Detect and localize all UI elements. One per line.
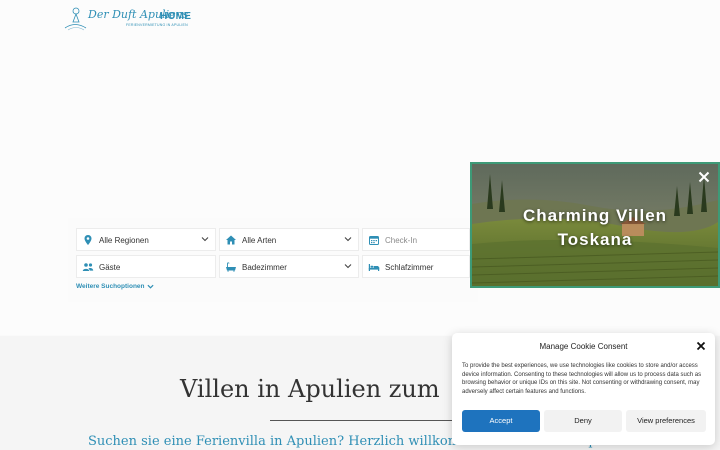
view-preferences-button[interactable]: View preferences: [626, 410, 706, 432]
close-icon[interactable]: [696, 341, 706, 351]
type-value: Alle Arten: [242, 236, 277, 245]
checkin-field[interactable]: Check-In: [362, 228, 470, 251]
guests-value: Gäste: [99, 263, 121, 272]
chevron-down-icon: [201, 237, 209, 242]
users-icon: [82, 263, 94, 271]
type-select[interactable]: Alle Arten: [219, 228, 359, 251]
chevron-down-icon: [344, 264, 352, 269]
more-search-options-link[interactable]: Weitere Suchoptionen: [76, 283, 154, 290]
bathrooms-value: Badezimmer: [242, 263, 287, 272]
nav-home-link[interactable]: HOME: [160, 11, 191, 22]
logo-subtitle: FERIENVERMIETUNG IN APULIEN: [126, 23, 188, 27]
chevron-down-icon: [146, 284, 154, 289]
calendar-icon: [369, 236, 379, 245]
promo-title: Charming Villen Toskana: [472, 204, 718, 252]
logo-figure-icon: [64, 7, 87, 31]
more-search-options-label: Weitere Suchoptionen: [76, 283, 145, 291]
home-icon: [226, 235, 236, 245]
cookie-text: To provide the best experiences, we use …: [462, 363, 702, 395]
promo-title-line2: Toskana: [557, 230, 633, 249]
cookie-consent-dialog: Manage Cookie Consent To provide the bes…: [452, 333, 715, 445]
site-logo[interactable]: Der Duft Apuliens FERIENVERMIETUNG IN AP…: [62, 4, 188, 32]
cookie-title: Manage Cookie Consent: [539, 342, 628, 351]
bedrooms-select[interactable]: Schlafzimmer: [362, 255, 470, 278]
checkin-placeholder: Check-In: [385, 236, 418, 245]
promo-banner[interactable]: Charming Villen Toskana: [470, 162, 720, 288]
map-pin-icon: [84, 235, 92, 245]
promo-title-line1: Charming Villen: [522, 206, 668, 225]
bathtub-icon: [226, 262, 236, 272]
region-value: Alle Regionen: [99, 236, 149, 245]
bathrooms-select[interactable]: Badezimmer: [219, 255, 359, 278]
close-icon[interactable]: [697, 170, 711, 184]
deny-button[interactable]: Deny: [544, 410, 622, 432]
accept-button[interactable]: Accept: [462, 410, 540, 432]
section-heading: Villen in Apulien zum: [180, 375, 440, 403]
bedrooms-value: Schlafzimmer: [385, 263, 434, 272]
chevron-down-icon: [344, 237, 352, 242]
guests-field[interactable]: Gäste: [76, 255, 216, 278]
bed-icon: [368, 264, 380, 271]
region-select[interactable]: Alle Regionen: [76, 228, 216, 251]
heading-divider: [270, 420, 460, 421]
